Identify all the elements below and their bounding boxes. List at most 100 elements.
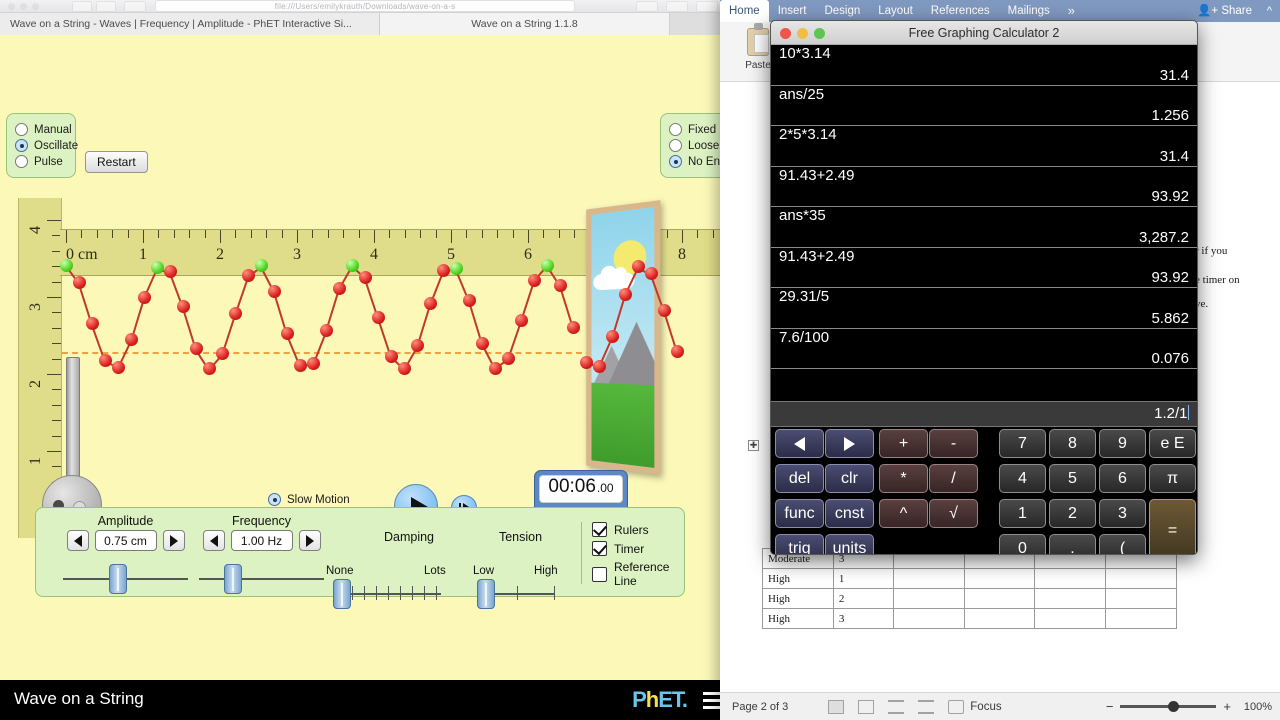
calculator-entry[interactable]: ans*35 3,287.2 [771, 207, 1197, 248]
data-table[interactable]: Moderate 3 High 1 High 2 High 3 [762, 548, 1177, 629]
table-cell[interactable]: High [762, 568, 834, 589]
amplitude-decrement-button[interactable] [66, 530, 89, 551]
browser-share-button[interactable] [636, 1, 658, 12]
frequency-slider-track[interactable] [199, 578, 324, 580]
key-2[interactable]: 2 [1049, 499, 1096, 528]
key-trig[interactable]: trig [775, 534, 824, 554]
amplitude-value[interactable]: 0.75 cm [94, 530, 157, 551]
zoom-out-button[interactable]: − [1106, 699, 1114, 714]
browser-back-button[interactable] [72, 1, 92, 12]
calculator-entry[interactable]: 29.31/5 5.862 [771, 288, 1197, 329]
table-cell[interactable] [1034, 608, 1107, 629]
key-units[interactable]: units [825, 534, 874, 554]
radio-pulse[interactable]: Pulse [15, 155, 67, 168]
table-cell[interactable] [963, 608, 1036, 629]
radio-manual[interactable]: Manual [15, 123, 72, 136]
frequency-decrement-button[interactable] [202, 530, 225, 551]
table-cell[interactable]: 1 [832, 568, 894, 589]
tension-slider-thumb[interactable] [477, 579, 495, 609]
table-cell[interactable] [1105, 588, 1177, 609]
calculator-minimize-button[interactable] [797, 28, 808, 39]
key-pi[interactable]: π [1149, 464, 1196, 493]
tab-insert[interactable]: Insert [769, 0, 816, 22]
phet-simulation-canvas[interactable]: 4321 0 cm12345678 [0, 35, 735, 680]
zoom-slider-thumb[interactable] [1168, 701, 1180, 712]
table-cell[interactable] [892, 608, 965, 629]
table-cell[interactable] [963, 568, 1036, 589]
key-5[interactable]: 5 [1049, 464, 1096, 493]
key-1[interactable]: 1 [999, 499, 1046, 528]
ribbon-overflow-button[interactable]: » [1059, 0, 1084, 22]
amplitude-increment-button[interactable] [162, 530, 185, 551]
browser-newtab-button[interactable] [696, 1, 718, 12]
zoom-in-button[interactable]: + [1223, 699, 1231, 714]
table-cell[interactable] [1105, 568, 1177, 589]
radio-slow-motion[interactable]: Slow Motion [268, 493, 350, 506]
browser-zoom-button[interactable] [32, 3, 39, 10]
draft-icon[interactable] [918, 699, 935, 714]
key-3[interactable]: 3 [1099, 499, 1146, 528]
key-8[interactable]: 8 [1049, 429, 1096, 458]
ribbon-collapse-button[interactable]: ^ [1267, 0, 1272, 22]
zoom-percentage[interactable]: 100% [1238, 701, 1272, 713]
calculator-title-bar[interactable]: Free Graphing Calculator 2 [771, 21, 1197, 45]
key-9[interactable]: 9 [1099, 429, 1146, 458]
key-sqrt[interactable]: √ [929, 499, 978, 528]
browser-tab-phet[interactable]: Wave on a String - Waves | Frequency | A… [0, 13, 380, 35]
key-power[interactable]: ^ [879, 499, 928, 528]
calculator-window[interactable]: Free Graphing Calculator 2 10*3.14 31.4 an… [770, 20, 1198, 555]
table-cell[interactable] [963, 588, 1036, 609]
calculator-tape[interactable]: 10*3.14 31.4 ans/25 1.256 2*5*3.14 31.4 91.43+… [771, 45, 1197, 401]
key-clr[interactable]: clr [825, 464, 874, 493]
table-row[interactable]: High 2 [762, 588, 1177, 609]
key-cursor-right[interactable] [825, 429, 874, 458]
key-func[interactable]: func [775, 499, 824, 528]
zoom-slider-track[interactable] [1120, 701, 1217, 712]
frequency-value[interactable]: 1.00 Hz [230, 530, 293, 551]
key-divide[interactable]: / [929, 464, 978, 493]
key-6[interactable]: 6 [1099, 464, 1146, 493]
key-exp[interactable]: e E [1149, 429, 1196, 458]
table-row[interactable]: High 3 [762, 608, 1177, 629]
browser-address-bar[interactable]: file:///Users/emilykrauth/Downloads/wave… [155, 0, 575, 12]
tab-design[interactable]: Design [815, 0, 869, 22]
key-cnst[interactable]: cnst [825, 499, 874, 528]
key-4[interactable]: 4 [999, 464, 1046, 493]
table-cell[interactable] [1105, 608, 1177, 629]
calculator-entry[interactable]: 7.6/100 0.076 [771, 329, 1197, 369]
tab-layout[interactable]: Layout [869, 0, 922, 22]
restart-button[interactable]: Restart [85, 151, 148, 173]
calculator-entry[interactable]: 2*5*3.14 31.4 [771, 126, 1197, 167]
calculator-zoom-button[interactable] [814, 28, 825, 39]
web-layout-icon[interactable] [858, 699, 875, 714]
table-cell[interactable]: High [762, 588, 834, 609]
calculator-close-button[interactable] [780, 28, 791, 39]
focus-icon[interactable] [948, 699, 965, 714]
table-cell[interactable]: 2 [832, 588, 894, 609]
focus-label[interactable]: Focus [970, 701, 1001, 713]
checkbox-rulers[interactable]: Rulers [592, 522, 684, 537]
key-multiply[interactable]: * [879, 464, 928, 493]
table-cell[interactable] [1034, 588, 1107, 609]
key-open-paren[interactable]: ( [1099, 534, 1146, 554]
checkbox-timer[interactable]: Timer [592, 541, 684, 556]
checkbox-reference-line[interactable]: Reference Line [592, 560, 684, 588]
key-plus[interactable]: + [879, 429, 928, 458]
page-indicator[interactable]: Page 2 of 3 [732, 701, 788, 713]
calculator-entry[interactable]: ans/25 1.256 [771, 86, 1197, 126]
radio-oscillate[interactable]: Oscillate [15, 139, 78, 152]
browser-tab-wave[interactable]: Wave on a String 1.1.8 [380, 13, 670, 35]
tab-home[interactable]: Home [720, 0, 769, 22]
amplitude-slider-thumb[interactable] [109, 564, 127, 594]
key-7[interactable]: 7 [999, 429, 1046, 458]
table-cell[interactable] [1034, 568, 1107, 589]
key-decimal[interactable]: . [1049, 534, 1096, 554]
key-equals[interactable]: = [1149, 499, 1196, 554]
browser-sidebar-button[interactable] [124, 1, 146, 12]
damping-slider-thumb[interactable] [333, 579, 351, 609]
key-cursor-left[interactable] [775, 429, 824, 458]
key-del[interactable]: del [775, 464, 824, 493]
browser-tabs-button[interactable] [666, 1, 688, 12]
table-cell[interactable] [892, 588, 965, 609]
key-minus[interactable]: - [929, 429, 978, 458]
